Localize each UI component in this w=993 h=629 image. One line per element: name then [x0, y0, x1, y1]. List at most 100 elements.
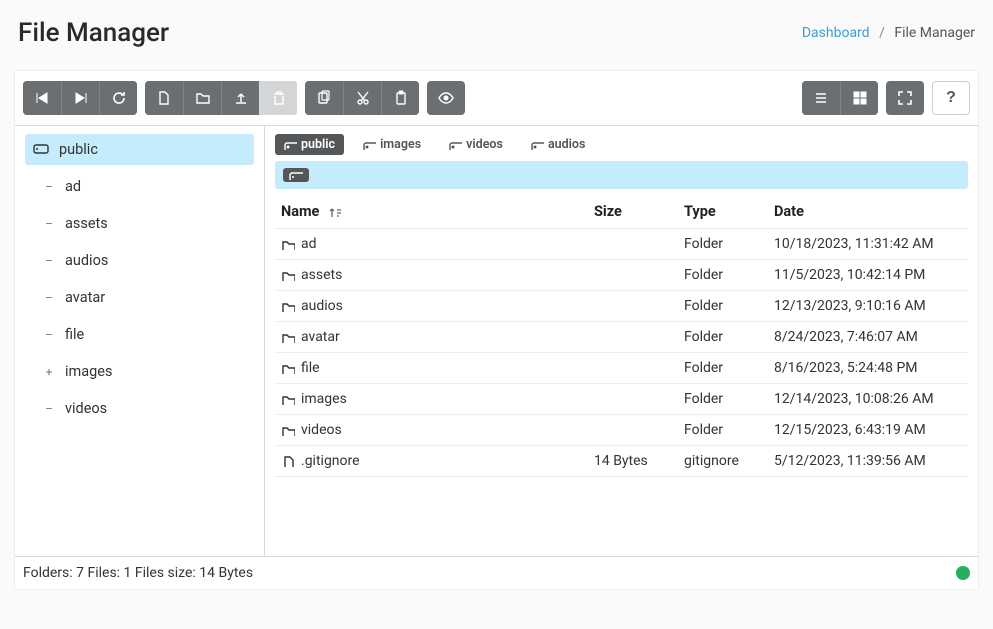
table-row[interactable]: videosFolder12/15/2023, 6:43:19 AM	[275, 415, 968, 446]
column-name-label: Name	[281, 203, 319, 220]
file-type: gitignore	[678, 446, 768, 477]
list-view-button[interactable]	[802, 81, 840, 115]
tree-item-assets[interactable]: –assets	[31, 208, 254, 239]
file-type: Folder	[678, 229, 768, 260]
file-type: Folder	[678, 322, 768, 353]
table-row[interactable]: assetsFolder11/5/2023, 10:42:14 PM	[275, 260, 968, 291]
paste-button[interactable]	[381, 81, 419, 115]
table-row[interactable]: imagesFolder12/14/2023, 10:08:26 AM	[275, 384, 968, 415]
tree-item-label: ad	[65, 178, 81, 195]
folder-icon	[281, 300, 297, 312]
collapse-icon[interactable]: –	[43, 292, 55, 304]
cut-button[interactable]	[343, 81, 381, 115]
table-row[interactable]: fileFolder8/16/2023, 5:24:48 PM	[275, 353, 968, 384]
folder-icon	[281, 362, 297, 374]
tree-item-label: file	[65, 326, 84, 343]
file-date: 11/5/2023, 10:42:14 PM	[768, 260, 968, 291]
root-tab-videos[interactable]: videos	[440, 134, 512, 155]
new-folder-button[interactable]	[183, 81, 221, 115]
help-button[interactable]: ?	[932, 81, 970, 115]
folder-icon	[281, 238, 297, 250]
column-header-type[interactable]: Type	[678, 195, 768, 229]
tree-item-label: avatar	[65, 289, 105, 306]
table-row[interactable]: .gitignore14 Bytesgitignore5/12/2023, 11…	[275, 446, 968, 477]
file-type: Folder	[678, 291, 768, 322]
tree-item-label: assets	[65, 215, 108, 232]
table-row[interactable]: avatar Folder8/24/2023, 7:46:07 AM	[275, 322, 968, 353]
collapse-icon[interactable]: –	[43, 403, 55, 415]
table-row[interactable]: audios Folder12/13/2023, 9:10:16 AM	[275, 291, 968, 322]
hdd-icon	[449, 140, 462, 150]
main-content: public images videos audios Name Size Type …	[265, 126, 978, 556]
file-date: 5/12/2023, 11:39:56 AM	[768, 446, 968, 477]
list-icon	[813, 90, 829, 106]
page-header: File Manager Dashboard / File Manager	[0, 0, 993, 70]
preview-toggle-button[interactable]	[427, 81, 465, 115]
view-group	[802, 81, 878, 115]
fullscreen-icon	[897, 90, 913, 106]
folder-icon	[281, 269, 297, 281]
root-tab-public[interactable]: public	[275, 134, 344, 155]
collapse-icon[interactable]: –	[43, 255, 55, 267]
file-date: 12/13/2023, 9:10:16 AM	[768, 291, 968, 322]
breadcrumb-separator: /	[879, 25, 885, 41]
file-size	[588, 384, 678, 415]
collapse-icon[interactable]: –	[43, 218, 55, 230]
forward-button[interactable]	[61, 81, 99, 115]
grid-view-button[interactable]	[840, 81, 878, 115]
tree-item-avatar[interactable]: –avatar	[31, 282, 254, 313]
tree-item-videos[interactable]: –videos	[31, 393, 254, 424]
table-row[interactable]: adFolder10/18/2023, 11:31:42 AM	[275, 229, 968, 260]
collapse-icon[interactable]: –	[43, 329, 55, 341]
file-date: 12/15/2023, 6:43:19 AM	[768, 415, 968, 446]
file-type: Folder	[678, 415, 768, 446]
breadcrumb-current: File Manager	[894, 25, 975, 41]
hdd-icon	[289, 170, 303, 180]
back-button[interactable]	[23, 81, 61, 115]
tree-item-audios[interactable]: –audios	[31, 245, 254, 276]
file-size	[588, 229, 678, 260]
upload-icon	[233, 90, 249, 106]
file-size	[588, 260, 678, 291]
fullscreen-button[interactable]	[886, 81, 924, 115]
root-tab-images[interactable]: images	[354, 134, 430, 155]
status-bar: Folders: 7 Files: 1 Files size: 14 Bytes	[15, 556, 978, 585]
file-icon	[281, 455, 297, 467]
path-root-chip[interactable]	[283, 168, 309, 182]
file-date: 8/24/2023, 7:46:07 AM	[768, 322, 968, 353]
grid-icon	[852, 90, 868, 106]
column-header-date[interactable]: Date	[768, 195, 968, 229]
copy-button[interactable]	[305, 81, 343, 115]
status-text: Folders: 7 Files: 1 Files size: 14 Bytes	[23, 565, 253, 581]
new-file-button[interactable]	[145, 81, 183, 115]
page-title: File Manager	[18, 18, 169, 48]
nav-group	[23, 81, 137, 115]
tree-item-file[interactable]: –file	[31, 319, 254, 350]
file-ops-group	[145, 81, 297, 115]
breadcrumb-link-dashboard[interactable]: Dashboard	[802, 25, 870, 41]
upload-button[interactable]	[221, 81, 259, 115]
tree-item-images[interactable]: + images	[31, 356, 254, 387]
path-bar[interactable]	[275, 161, 968, 189]
column-header-name[interactable]: Name	[275, 195, 588, 229]
tree-item-ad[interactable]: –ad	[31, 171, 254, 202]
expand-icon[interactable]: +	[43, 366, 55, 378]
column-header-size[interactable]: Size	[588, 195, 678, 229]
file-name: file	[301, 360, 320, 376]
tree-item-label: images	[65, 363, 112, 380]
root-tab-audios[interactable]: audios	[522, 134, 594, 155]
root-tab-label: public	[301, 137, 335, 152]
collapse-icon[interactable]: –	[43, 181, 55, 193]
hdd-icon	[33, 141, 49, 158]
hdd-icon	[284, 140, 297, 150]
clipboard-group	[305, 81, 419, 115]
tree-root-public[interactable]: public	[25, 134, 254, 165]
refresh-button[interactable]	[99, 81, 137, 115]
copy-icon	[316, 90, 332, 106]
file-name: images	[301, 391, 347, 407]
file-size	[588, 291, 678, 322]
file-name: avatar	[301, 329, 340, 345]
file-type: Folder	[678, 353, 768, 384]
file-table: Name Size Type Date adFolder10/18/2023, …	[275, 195, 968, 477]
file-name: audios	[301, 298, 343, 314]
